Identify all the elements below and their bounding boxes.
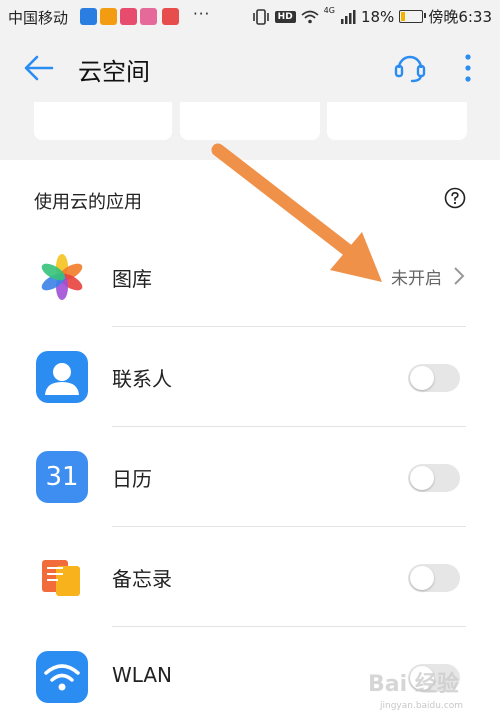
carrier-name: 中国移动: [8, 9, 69, 27]
app-label: 备忘录: [112, 567, 172, 591]
sync-toggle[interactable]: [408, 564, 460, 592]
more-notifications-icon: ···: [193, 5, 211, 23]
app-row-notes: 备忘录: [0, 527, 500, 627]
sync-toggle[interactable]: [408, 464, 460, 492]
app-row-gallery[interactable]: 图库 未开启: [0, 227, 500, 327]
battery-icon: [399, 10, 427, 23]
vibrate-icon: [252, 8, 269, 25]
page-title: 云空间: [78, 58, 150, 86]
storage-cards-strip: [0, 102, 500, 148]
hd-badge: HD: [274, 10, 296, 23]
storage-card[interactable]: [327, 102, 467, 140]
app-label: 图库: [112, 267, 152, 291]
clock: 傍晚6:33: [428, 8, 492, 26]
app-row-calendar: 31 日历: [0, 427, 500, 527]
sync-status: 未开启: [391, 269, 442, 289]
network-type: 4G: [323, 6, 335, 15]
more-options-icon[interactable]: [458, 50, 478, 86]
wifi-icon: [36, 651, 88, 703]
app-label: 联系人: [112, 367, 172, 391]
storage-card[interactable]: [180, 102, 320, 140]
app-label: WLAN: [112, 663, 173, 687]
notes-icon: [36, 551, 88, 603]
calendar-date: 31: [45, 462, 79, 492]
app-notification-icon: [120, 8, 137, 25]
watermark-logo: Bai 经验: [368, 672, 459, 697]
alert-notification-icon: [100, 8, 117, 25]
app-notification-icon: [80, 8, 97, 25]
help-icon[interactable]: [444, 187, 466, 209]
customer-service-icon[interactable]: [392, 49, 428, 85]
calendar-icon: 31: [36, 451, 88, 503]
section-divider: [0, 148, 500, 160]
wifi-icon: [301, 10, 319, 23]
app-notification-icon: [162, 8, 179, 25]
battery-percent: 18%: [360, 7, 395, 26]
signal-icon: [340, 9, 356, 24]
storage-card[interactable]: [34, 102, 172, 140]
chevron-right-icon: [454, 267, 465, 285]
app-row-contacts: 联系人: [0, 327, 500, 427]
app-label: 日历: [112, 467, 152, 491]
app-notification-icon: [140, 8, 157, 25]
back-arrow-icon[interactable]: [22, 51, 56, 85]
section-title: 使用云的应用: [34, 192, 142, 213]
status-bar: 中国移动 ··· HD 4G 18% 傍晚6:33: [0, 0, 500, 34]
app-bar: 云空间: [0, 34, 500, 102]
gallery-icon: [36, 251, 88, 303]
contacts-icon: [36, 351, 88, 403]
watermark-url: jingyan.baidu.com: [380, 701, 464, 711]
sync-toggle[interactable]: [408, 364, 460, 392]
